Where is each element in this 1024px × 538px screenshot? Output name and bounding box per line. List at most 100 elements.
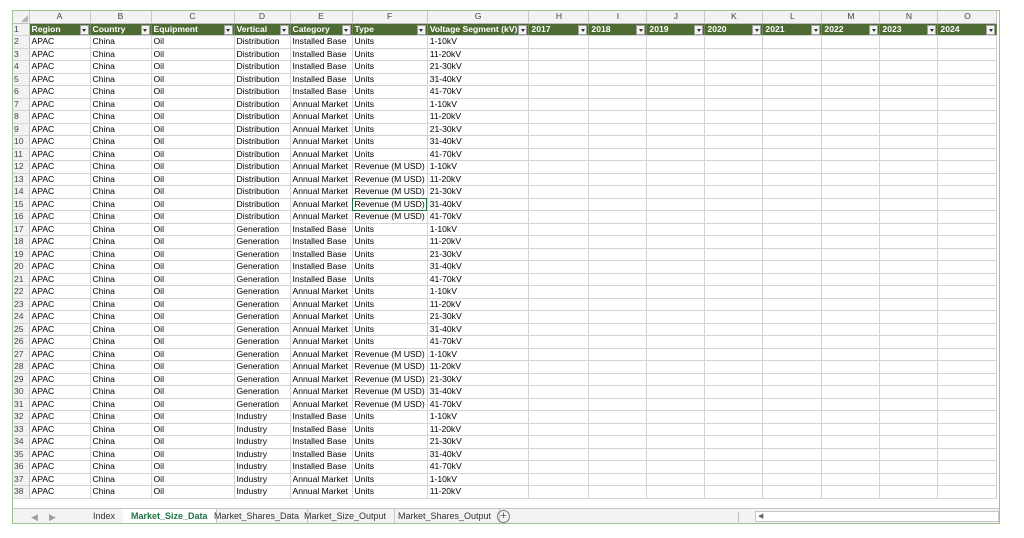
cell[interactable]: 11-20kV bbox=[427, 235, 530, 249]
cell[interactable] bbox=[821, 473, 881, 486]
cell[interactable]: APAC bbox=[29, 160, 91, 174]
cell[interactable]: Oil bbox=[151, 135, 235, 149]
header-cell[interactable]: 2023 bbox=[879, 23, 939, 36]
cell[interactable] bbox=[528, 410, 590, 424]
cell[interactable]: 21-30kV bbox=[427, 310, 530, 324]
cell[interactable] bbox=[704, 348, 764, 361]
cell[interactable] bbox=[937, 423, 998, 436]
cell[interactable] bbox=[937, 160, 998, 174]
cell[interactable]: APAC bbox=[29, 435, 91, 449]
cell[interactable] bbox=[879, 135, 939, 149]
row-number[interactable]: 19 bbox=[13, 248, 30, 261]
cell[interactable]: APAC bbox=[29, 235, 91, 249]
cell[interactable] bbox=[646, 173, 706, 186]
cell[interactable]: Distribution bbox=[234, 210, 291, 224]
cell[interactable] bbox=[937, 410, 998, 424]
cell[interactable] bbox=[588, 485, 648, 499]
cell[interactable]: China bbox=[90, 485, 152, 499]
cell[interactable] bbox=[588, 323, 648, 336]
cell[interactable]: APAC bbox=[29, 273, 91, 286]
cell[interactable]: APAC bbox=[29, 323, 91, 336]
cell[interactable] bbox=[879, 248, 939, 261]
cell[interactable]: Oil bbox=[151, 260, 235, 274]
cell[interactable] bbox=[704, 123, 764, 136]
cell[interactable] bbox=[879, 385, 939, 399]
cell[interactable] bbox=[528, 35, 590, 49]
filter-dropdown-icon[interactable] bbox=[986, 24, 996, 35]
cell[interactable]: APAC bbox=[29, 198, 91, 211]
cell[interactable] bbox=[528, 273, 590, 286]
cell[interactable] bbox=[937, 435, 998, 449]
cell[interactable] bbox=[528, 285, 590, 299]
cell[interactable] bbox=[704, 485, 764, 499]
cell[interactable] bbox=[704, 260, 764, 274]
row-number[interactable]: 12 bbox=[13, 160, 30, 174]
cell[interactable] bbox=[704, 35, 764, 49]
cell[interactable]: 1-10kV bbox=[427, 98, 530, 111]
column-header-g[interactable]: G bbox=[427, 11, 530, 24]
cell[interactable] bbox=[937, 260, 998, 274]
cell[interactable]: Revenue (M USD) bbox=[352, 385, 428, 399]
cell[interactable]: Industry bbox=[234, 410, 291, 424]
cell[interactable] bbox=[704, 173, 764, 186]
cell[interactable]: Installed Base bbox=[290, 260, 353, 274]
row-number[interactable]: 18 bbox=[13, 235, 30, 249]
cell[interactable]: Annual Market bbox=[290, 385, 353, 399]
cell[interactable] bbox=[588, 310, 648, 324]
cell[interactable] bbox=[821, 60, 881, 74]
cell[interactable] bbox=[937, 48, 998, 61]
cell[interactable]: Generation bbox=[234, 335, 291, 349]
cell[interactable] bbox=[588, 435, 648, 449]
cell[interactable] bbox=[588, 473, 648, 486]
cell[interactable]: APAC bbox=[29, 423, 91, 436]
cell[interactable] bbox=[646, 98, 706, 111]
cell[interactable] bbox=[528, 185, 590, 199]
header-cell[interactable]: 2017 bbox=[528, 23, 590, 36]
cell[interactable] bbox=[879, 485, 939, 499]
cell[interactable]: Distribution bbox=[234, 73, 291, 86]
cell[interactable] bbox=[646, 348, 706, 361]
cell[interactable] bbox=[879, 73, 939, 86]
cell[interactable]: Oil bbox=[151, 485, 235, 499]
cell[interactable]: APAC bbox=[29, 185, 91, 199]
row-number[interactable]: 7 bbox=[13, 98, 30, 111]
cell[interactable]: APAC bbox=[29, 48, 91, 61]
cell[interactable]: 21-30kV bbox=[427, 123, 530, 136]
row-number[interactable]: 33 bbox=[13, 423, 30, 436]
cell[interactable] bbox=[879, 348, 939, 361]
cell[interactable]: China bbox=[90, 410, 152, 424]
row-number[interactable]: 21 bbox=[13, 273, 30, 286]
cell[interactable]: Annual Market bbox=[290, 285, 353, 299]
cell[interactable] bbox=[528, 460, 590, 474]
cell[interactable]: Revenue (M USD) bbox=[352, 173, 428, 186]
cell[interactable] bbox=[646, 73, 706, 86]
cell[interactable]: China bbox=[90, 148, 152, 161]
cell[interactable]: Units bbox=[352, 35, 428, 49]
cell[interactable] bbox=[821, 148, 881, 161]
cell[interactable]: 41-70kV bbox=[427, 335, 530, 349]
column-header-e[interactable]: E bbox=[290, 11, 353, 24]
cell[interactable]: 11-20kV bbox=[427, 423, 530, 436]
cell[interactable]: APAC bbox=[29, 473, 91, 486]
cell[interactable] bbox=[937, 360, 998, 374]
cell[interactable] bbox=[588, 135, 648, 149]
cell[interactable] bbox=[821, 448, 881, 461]
cell[interactable] bbox=[762, 85, 823, 99]
row-number[interactable]: 36 bbox=[13, 460, 30, 474]
cell[interactable] bbox=[821, 35, 881, 49]
cell[interactable]: Oil bbox=[151, 123, 235, 136]
cell[interactable] bbox=[879, 423, 939, 436]
cell[interactable]: Oil bbox=[151, 423, 235, 436]
row-number[interactable]: 38 bbox=[13, 485, 30, 499]
header-cell[interactable]: 2020 bbox=[704, 23, 764, 36]
cell[interactable]: Units bbox=[352, 85, 428, 99]
cell[interactable] bbox=[937, 448, 998, 461]
cell[interactable]: Units bbox=[352, 148, 428, 161]
row-number[interactable]: 31 bbox=[13, 398, 30, 411]
cell[interactable] bbox=[762, 423, 823, 436]
cell[interactable] bbox=[704, 435, 764, 449]
cell[interactable] bbox=[588, 98, 648, 111]
sheet-tab-market-size-output[interactable]: Market_Size_Output bbox=[296, 509, 396, 523]
cell[interactable] bbox=[879, 148, 939, 161]
cell[interactable]: Annual Market bbox=[290, 198, 353, 211]
